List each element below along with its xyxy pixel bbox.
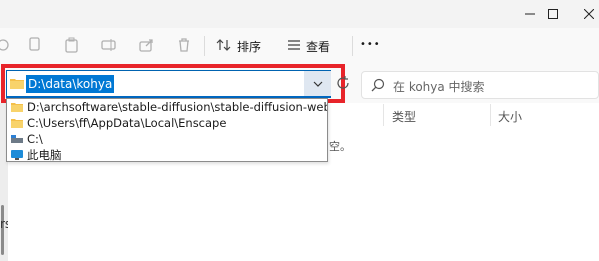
rename-icon[interactable] — [100, 36, 118, 54]
drive-icon — [11, 135, 23, 143]
toolbar-divider — [352, 36, 353, 56]
column-header-type[interactable]: 类型 — [392, 108, 416, 125]
history-item[interactable]: C:\ — [7, 131, 327, 147]
search-icon — [371, 78, 385, 92]
refresh-icon — [337, 76, 349, 89]
maximize-button[interactable] — [530, 0, 576, 28]
search-input[interactable]: 在 kohya 中搜索 — [393, 78, 485, 95]
history-item-label: C:\ — [27, 132, 43, 146]
cut-icon[interactable] — [0, 36, 12, 54]
sort-icon — [215, 36, 233, 54]
history-item[interactable]: D:\archsoftware\stable-diffusion\stable-… — [7, 99, 327, 115]
more-options-button[interactable]: ••• — [360, 39, 381, 50]
toolbar-divider — [204, 36, 205, 56]
address-history-dropdown: D:\archsoftware\stable-diffusion\stable-… — [6, 98, 328, 162]
folder-icon — [11, 103, 23, 112]
history-item[interactable]: 此电脑 — [7, 147, 327, 162]
view-icon — [285, 36, 303, 54]
command-bar: 排序 查看 ••• — [0, 28, 599, 75]
history-item[interactable]: C:\Users\ff\AppData\Local\Enscape — [7, 115, 327, 131]
close-icon — [583, 9, 594, 19]
history-item-label: C:\Users\ff\AppData\Local\Enscape — [27, 116, 227, 130]
close-button[interactable] — [578, 0, 599, 28]
folder-icon — [11, 119, 23, 128]
search-field[interactable]: 在 kohya 中搜索 — [361, 71, 599, 99]
view-button[interactable]: 查看 — [306, 38, 330, 55]
paste-icon[interactable] — [63, 36, 81, 54]
sort-button[interactable]: 排序 — [237, 38, 261, 55]
history-item-label: 此电脑 — [27, 148, 62, 162]
column-divider — [490, 104, 491, 126]
column-divider — [383, 104, 384, 126]
copy-icon[interactable] — [26, 36, 44, 54]
refresh-button[interactable] — [334, 74, 352, 92]
history-item-label: D:\archsoftware\stable-diffusion\stable-… — [27, 100, 327, 114]
delete-icon[interactable] — [175, 36, 193, 54]
empty-folder-message: 空。 — [329, 140, 351, 153]
maximize-icon — [548, 9, 558, 19]
share-icon[interactable] — [138, 36, 156, 54]
column-header-size[interactable]: 大小 — [498, 108, 522, 125]
title-bar — [0, 0, 599, 28]
computer-icon — [11, 150, 23, 160]
